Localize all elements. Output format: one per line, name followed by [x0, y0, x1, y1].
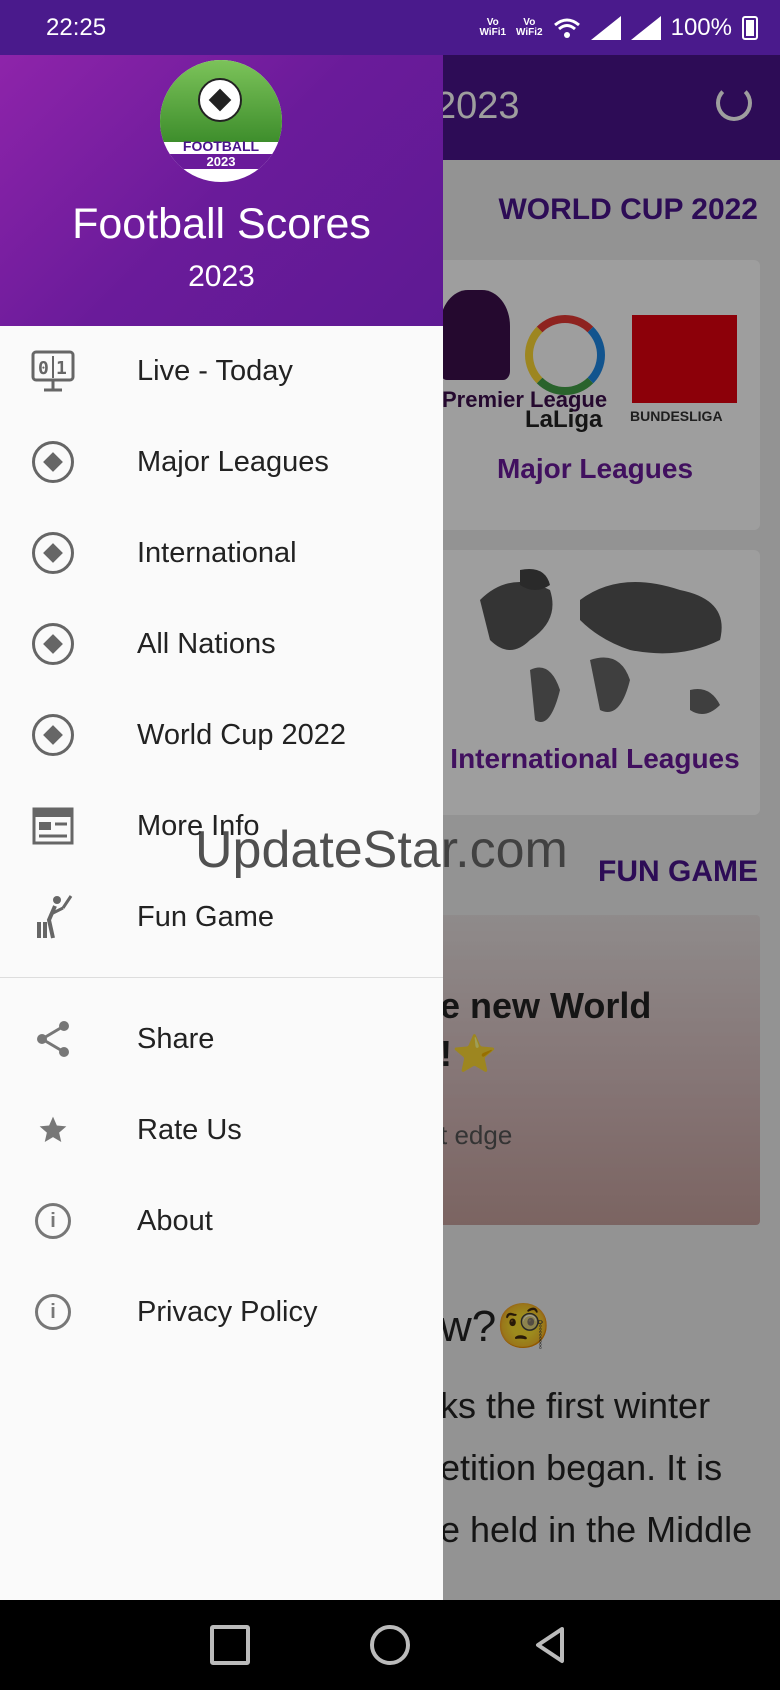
home-button[interactable] [370, 1625, 410, 1665]
recents-button[interactable] [210, 1625, 250, 1665]
menu-label: Rate Us [137, 1114, 242, 1146]
battery-icon [742, 15, 758, 40]
app-logo: FOOTBALL 2023 [160, 60, 282, 182]
menu-item-share[interactable]: Share [0, 994, 443, 1085]
menu-label: Fun Game [137, 901, 274, 933]
back-button[interactable] [530, 1625, 570, 1665]
menu-item-fun-game[interactable]: Fun Game [0, 872, 443, 963]
app-year: 2023 [188, 260, 255, 293]
soccer-ball-icon [30, 621, 76, 667]
svg-text:1: 1 [56, 358, 67, 379]
menu-label: International [137, 537, 297, 569]
wifi-icon [553, 18, 580, 38]
signal-sim1-icon [590, 15, 621, 40]
cricket-icon [30, 894, 76, 940]
share-icon [30, 1016, 76, 1062]
star-icon [30, 1107, 76, 1153]
menu-label: About [137, 1205, 213, 1237]
menu-label: Live - Today [137, 355, 293, 387]
system-navigation-bar [0, 1600, 780, 1690]
menu-label: World Cup 2022 [137, 719, 347, 751]
status-bar: 22:25 Vo WiFi1 Vo WiFi2 100% [0, 0, 780, 55]
soccer-ball-icon [30, 712, 76, 758]
info-icon: i [30, 1289, 76, 1335]
logo-year: 2023 [170, 154, 272, 169]
watermark-text: UpdateStar.com [195, 821, 568, 879]
soccer-ball-icon [30, 439, 76, 485]
svg-text:0: 0 [38, 358, 49, 379]
menu-item-privacy-policy[interactable]: i Privacy Policy [0, 1267, 443, 1358]
soccer-ball-icon [30, 530, 76, 576]
menu-label: Share [137, 1023, 215, 1055]
menu-label: All Nations [137, 628, 276, 660]
menu-label: Major Leagues [137, 446, 329, 478]
menu-item-live-today[interactable]: 01 Live - Today [0, 326, 443, 417]
battery-percent: 100% [670, 13, 732, 41]
status-icons: Vo WiFi1 Vo WiFi2 100% [479, 14, 758, 42]
status-time: 22:25 [46, 13, 107, 41]
menu-item-world-cup-2022[interactable]: World Cup 2022 [0, 690, 443, 781]
signal-sim2-icon [630, 15, 661, 40]
app-name: Football Scores [72, 200, 371, 248]
logo-text: FOOTBALL [182, 138, 260, 154]
football-icon [198, 78, 242, 122]
drawer-header: FOOTBALL 2023 Football Scores 2023 [0, 55, 443, 326]
menu-label: Privacy Policy [137, 1296, 318, 1328]
volte-wifi1-indicator: Vo WiFi1 [479, 16, 507, 38]
menu-divider [0, 977, 443, 978]
scoreboard-icon: 01 [30, 348, 76, 394]
menu-item-rate-us[interactable]: Rate Us [0, 1085, 443, 1176]
menu-item-international[interactable]: International [0, 508, 443, 599]
menu-item-about[interactable]: i About [0, 1176, 443, 1267]
menu-item-major-leagues[interactable]: Major Leagues [0, 417, 443, 508]
news-icon [30, 803, 76, 849]
info-icon: i [30, 1198, 76, 1244]
menu-item-all-nations[interactable]: All Nations [0, 599, 443, 690]
volte-wifi2-indicator: Vo WiFi2 [516, 16, 543, 38]
